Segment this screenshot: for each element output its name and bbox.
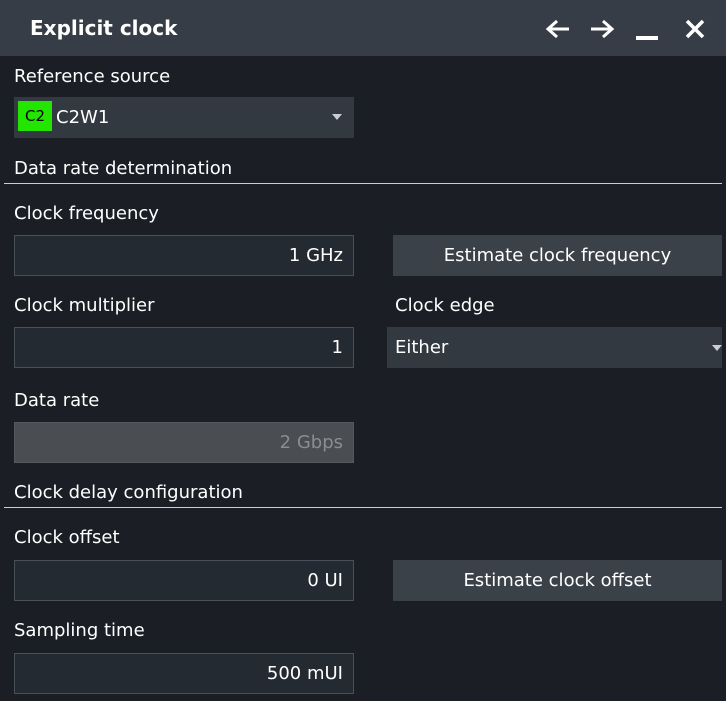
title-bar: Explicit clock <box>0 0 726 56</box>
data-rate-label: Data rate <box>14 390 100 411</box>
reference-source-dropdown[interactable]: C2 C2W1 <box>14 97 354 138</box>
clock-multiplier-label: Clock multiplier <box>14 295 155 316</box>
channel-badge: C2 <box>18 101 52 131</box>
minimize-icon[interactable] <box>634 17 660 41</box>
clock-edge-dropdown[interactable]: Either <box>387 327 722 368</box>
clock-frequency-label: Clock frequency <box>14 203 159 224</box>
estimate-clock-frequency-button[interactable]: Estimate clock frequency <box>393 235 722 276</box>
arrow-right-icon[interactable] <box>589 17 615 41</box>
clock-edge-value: Either <box>395 337 449 358</box>
clock-edge-label: Clock edge <box>395 295 495 316</box>
chevron-down-icon <box>712 345 722 351</box>
reference-source-label: Reference source <box>14 66 171 87</box>
sampling-time-label: Sampling time <box>14 620 145 641</box>
section-divider <box>4 183 722 184</box>
clock-offset-label: Clock offset <box>14 527 120 548</box>
reference-source-value: C2W1 <box>56 107 110 128</box>
data-rate-section-heading: Data rate determination <box>14 158 233 179</box>
window-title: Explicit clock <box>30 16 178 40</box>
section-divider <box>4 507 722 508</box>
clock-multiplier-field[interactable]: 1 <box>14 327 354 368</box>
delay-section-heading: Clock delay configuration <box>14 482 243 503</box>
clock-frequency-field[interactable]: 1 GHz <box>14 235 354 276</box>
clock-offset-field[interactable]: 0 UI <box>14 560 354 601</box>
chevron-down-icon <box>332 114 342 120</box>
sampling-time-field[interactable]: 500 mUI <box>14 653 354 694</box>
close-icon[interactable] <box>682 17 708 41</box>
data-rate-field: 2 Gbps <box>14 422 354 463</box>
arrow-left-icon[interactable] <box>545 17 571 41</box>
estimate-clock-offset-button[interactable]: Estimate clock offset <box>393 560 722 601</box>
